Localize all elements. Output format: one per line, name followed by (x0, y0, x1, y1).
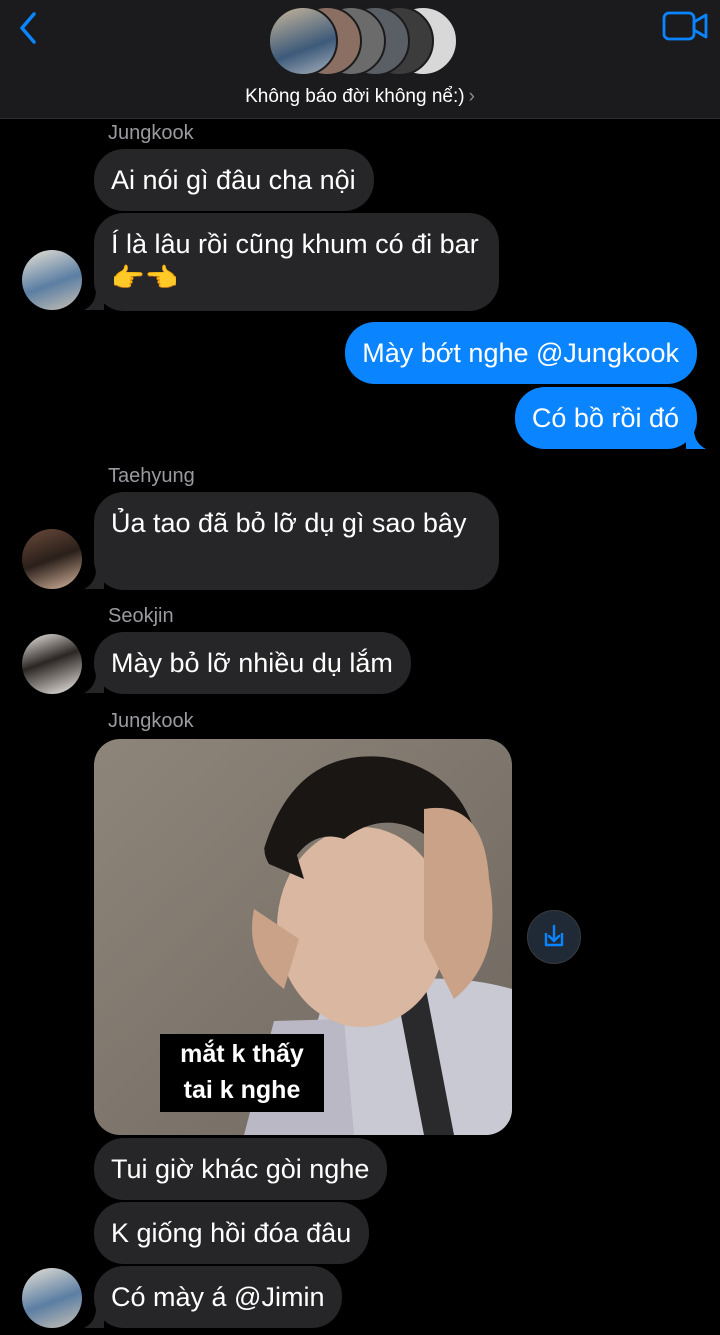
download-icon (544, 924, 564, 947)
group-name-label: Không báo đời không nể:) (245, 86, 465, 107)
save-image-button[interactable] (527, 910, 581, 964)
bubble-tail (84, 673, 104, 693)
video-camera-icon[interactable] (662, 10, 708, 42)
chat-header: Không báo đời không nể:) › (0, 0, 720, 119)
image-caption: mắt k thấy tai k nghe (160, 1034, 324, 1112)
sender-name: Jungkook (108, 122, 194, 144)
message-bubble[interactable]: Có bồ rồi đó (514, 387, 697, 449)
member-avatar (268, 6, 338, 76)
avatar[interactable] (22, 529, 82, 589)
avatar[interactable] (22, 250, 82, 310)
sender-name: Jungkook (108, 710, 194, 732)
message-bubble[interactable]: Í là lâu rồi cũng khum có đi bar👉👈 (94, 213, 499, 311)
chevron-left-icon[interactable] (12, 8, 48, 48)
bubble-tail (686, 429, 706, 449)
group-name[interactable]: Không báo đời không nể:) › (0, 86, 720, 108)
chevron-right-icon: › (468, 86, 475, 107)
avatar[interactable] (22, 1268, 82, 1328)
bubble-tail (84, 290, 104, 310)
message-bubble[interactable]: Tui giờ khác gòi nghe (94, 1138, 388, 1200)
bubble-tail (84, 1308, 104, 1328)
group-avatars[interactable] (268, 6, 458, 76)
message-bubble[interactable]: K giống hồi đóa đâu (94, 1202, 370, 1264)
message-bubble[interactable]: Ai nói gì đâu cha nội (94, 149, 374, 211)
message-bubble[interactable]: Mày bớt nghe @Jungkook (345, 322, 697, 384)
message-bubble[interactable]: Có mày á @Jimin (94, 1266, 343, 1328)
message-bubble[interactable]: Ủa tao đã bỏ lỡ dụ gì sao bây (94, 492, 499, 590)
message-bubble[interactable]: Mày bỏ lỡ nhiều dụ lắm (94, 632, 411, 694)
sender-name: Taehyung (108, 465, 195, 487)
avatar[interactable] (22, 634, 82, 694)
sender-name: Seokjin (108, 605, 174, 627)
bubble-tail (84, 569, 104, 589)
